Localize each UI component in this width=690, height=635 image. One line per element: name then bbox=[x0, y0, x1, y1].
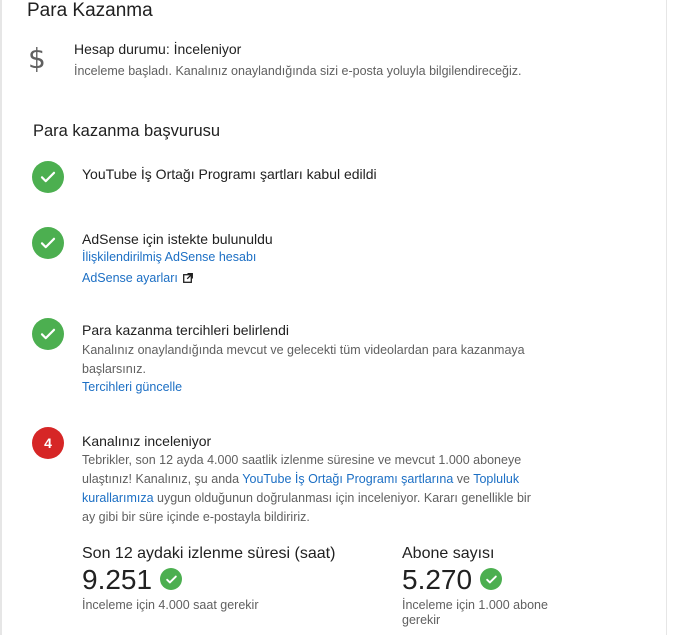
linked-adsense-account-link[interactable]: İlişkilendirilmiş AdSense hesabı bbox=[82, 250, 256, 264]
step-2-title: AdSense için istekte bulunuldu bbox=[82, 231, 273, 247]
account-status-title: Hesap durumu: İnceleniyor bbox=[74, 41, 242, 57]
page-title: Para Kazanma bbox=[27, 0, 153, 21]
subscribers-requirement-line-2: gerekir bbox=[402, 613, 441, 627]
community-guidelines-link[interactable]: Topluluk bbox=[473, 472, 519, 486]
step-1-title: YouTube İş Ortağı Programı şartları kabu… bbox=[82, 166, 377, 182]
step-4-description-line-2: ulaştınız! Kanalınız, şu anda YouTube İş… bbox=[82, 470, 552, 489]
step-3-title: Para kazanma tercihleri belirlendi bbox=[82, 322, 289, 338]
step-number-badge: 4 bbox=[32, 427, 64, 459]
right-divider bbox=[666, 0, 667, 635]
ypp-terms-link[interactable]: YouTube İş Ortağı Programı şartlarına bbox=[242, 472, 453, 486]
update-preferences-link[interactable]: Tercihleri güncelle bbox=[82, 380, 182, 394]
step-3-description-line-1: Kanalınız onaylandığında mevcut ve gelec… bbox=[82, 343, 525, 357]
check-icon bbox=[480, 568, 502, 590]
step-4-text: uygun olduğunun doğrulanması için incele… bbox=[153, 491, 531, 505]
subscribers-requirement-line-1: İnceleme için 1.000 abone bbox=[402, 598, 548, 612]
step-4-description-line-4: ay gibi bir süre içinde e-postayla bildi… bbox=[82, 510, 310, 524]
community-guidelines-link-continued[interactable]: kurallarımıza bbox=[82, 491, 154, 505]
watch-time-label: Son 12 aydaki izlenme süresi (saat) bbox=[82, 545, 336, 562]
adsense-settings-label: AdSense ayarları bbox=[82, 271, 178, 285]
left-divider bbox=[0, 0, 2, 635]
check-icon bbox=[32, 318, 64, 350]
account-status-description: İnceleme başladı. Kanalınız onaylandığın… bbox=[74, 64, 522, 78]
external-link-icon bbox=[182, 273, 193, 283]
check-icon bbox=[32, 161, 64, 193]
watch-time-value: 9.251 bbox=[82, 564, 153, 595]
step-4-text: ulaştınız! Kanalınız, şu anda bbox=[82, 472, 243, 486]
step-4-description-line-3: kurallarımıza uygun olduğunun doğrulanma… bbox=[82, 489, 552, 508]
step-4-text: ve bbox=[453, 472, 474, 486]
adsense-settings-link[interactable]: AdSense ayarları bbox=[82, 271, 193, 285]
check-icon bbox=[32, 227, 64, 259]
step-4-title: Kanalınız inceleniyor bbox=[82, 433, 212, 449]
dollar-icon: $ bbox=[28, 42, 46, 75]
subscribers-value: 5.270 bbox=[402, 564, 473, 595]
step-3-description-line-2: başlarsınız. bbox=[82, 362, 146, 376]
watch-time-requirement: İnceleme için 4.000 saat gerekir bbox=[82, 598, 259, 612]
check-icon bbox=[160, 568, 182, 590]
step-4-description-line-1: Tebrikler, son 12 ayda 4.000 saatlik izl… bbox=[82, 453, 522, 467]
section-title: Para kazanma başvurusu bbox=[33, 122, 221, 140]
subscribers-label: Abone sayısı bbox=[402, 545, 495, 562]
